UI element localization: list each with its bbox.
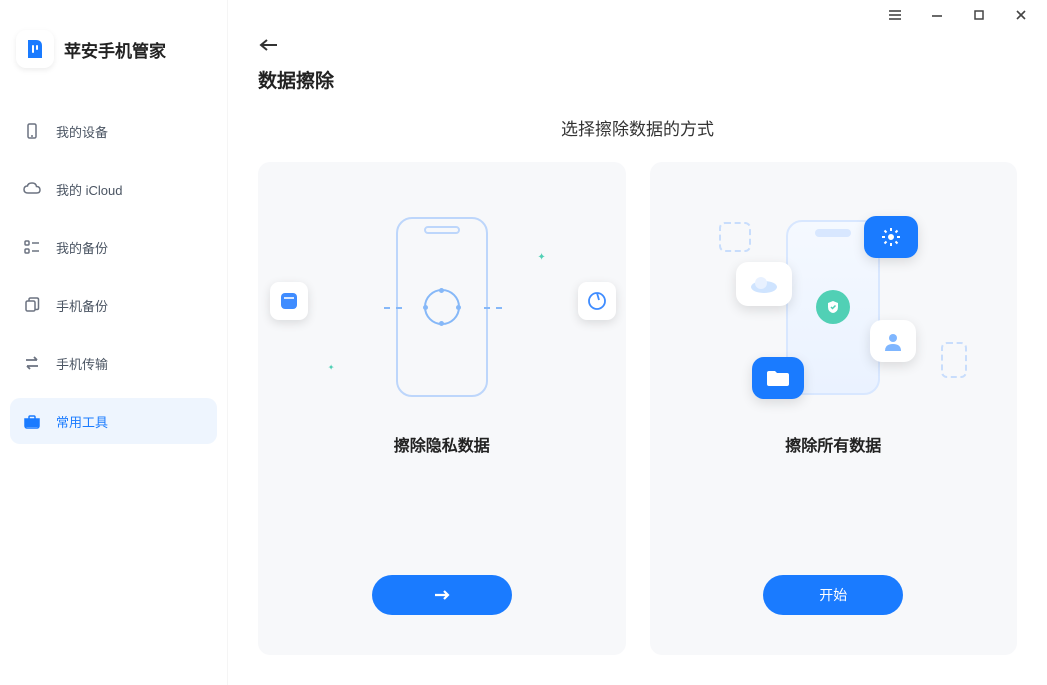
cloud-icon [22, 179, 42, 199]
connection-line [384, 307, 402, 309]
card-erase-all: 擦除所有数据 开始 [650, 162, 1018, 655]
sidebar-item-phone-transfer[interactable]: 手机传输 [10, 340, 217, 386]
copy-icon [22, 295, 42, 315]
phone-illustration [786, 220, 880, 395]
sidebar-item-my-device[interactable]: 我的设备 [10, 108, 217, 154]
titlebar [228, 0, 1047, 30]
card-title: 擦除所有数据 [785, 432, 881, 456]
card-title: 擦除隐私数据 [394, 432, 490, 456]
cards-row: ✦ ✦ [228, 140, 1047, 685]
main: 数据擦除 选择擦除数据的方式 ✦ ✦ [228, 0, 1047, 685]
sidebar: 苹安手机管家 我的设备 我的 iCloud 我的备份 手机备份 [0, 0, 228, 685]
start-all-button[interactable]: 开始 [763, 575, 903, 615]
sidebar-item-tools[interactable]: 常用工具 [10, 398, 217, 444]
page-title: 数据擦除 [258, 66, 1017, 93]
menu-button[interactable] [875, 0, 915, 30]
cloud-icon [736, 262, 792, 306]
illustration-all [713, 212, 953, 402]
sidebar-item-label: 我的 iCloud [56, 180, 122, 199]
sidebar-item-label: 常用工具 [56, 412, 108, 431]
sidebar-item-label: 手机传输 [56, 354, 108, 373]
phone-notch [424, 226, 460, 234]
back-button[interactable] [258, 30, 294, 60]
start-privacy-button[interactable] [372, 575, 512, 615]
card-erase-privacy: ✦ ✦ [258, 162, 626, 655]
sidebar-item-label: 我的设备 [56, 122, 108, 141]
spark-icon: ✦ [328, 363, 335, 372]
toolbox-icon [22, 411, 42, 431]
page-subtitle: 选择擦除数据的方式 [228, 115, 1047, 140]
list-icon [22, 237, 42, 257]
dashed-box [719, 222, 751, 252]
minimize-button[interactable] [917, 0, 957, 30]
sidebar-item-label: 手机备份 [56, 296, 108, 315]
app-chip-right [578, 282, 616, 320]
close-button[interactable] [1001, 0, 1041, 30]
folder-icon [752, 357, 804, 399]
button-label: 开始 [819, 585, 847, 605]
dashed-box [941, 342, 967, 378]
brand: 苹安手机管家 [0, 30, 227, 108]
header: 数据擦除 [228, 30, 1047, 93]
brand-logo [16, 30, 54, 68]
maximize-button[interactable] [959, 0, 999, 30]
sidebar-item-phone-backup[interactable]: 手机备份 [10, 282, 217, 328]
phone-icon [22, 121, 42, 141]
sidebar-item-my-backup[interactable]: 我的备份 [10, 224, 217, 270]
transfer-icon [22, 353, 42, 373]
illustration-privacy: ✦ ✦ [322, 212, 562, 402]
app-chip-left [270, 282, 308, 320]
spark-icon: ✦ [537, 252, 545, 263]
shield-icon [816, 290, 850, 324]
gear-icon [864, 216, 918, 258]
nav: 我的设备 我的 iCloud 我的备份 手机备份 手机传输 [0, 108, 227, 444]
sidebar-item-icloud[interactable]: 我的 iCloud [10, 166, 217, 212]
phone-outline [396, 217, 488, 397]
connection-line [484, 307, 502, 309]
sidebar-item-label: 我的备份 [56, 238, 108, 257]
phone-notch [815, 229, 851, 237]
brand-title: 苹安手机管家 [64, 37, 166, 62]
target-icon [424, 289, 460, 325]
person-icon [870, 320, 916, 362]
